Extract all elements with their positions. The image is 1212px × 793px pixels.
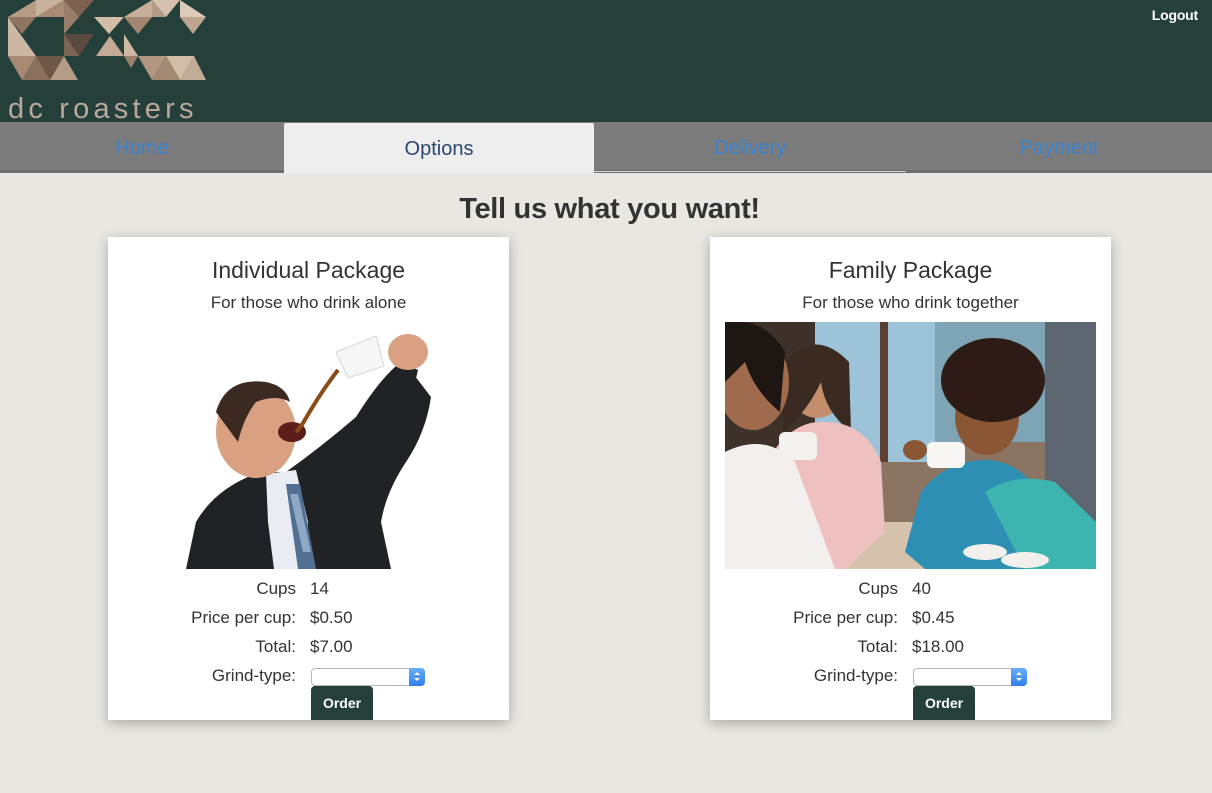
package-title: Individual Package	[211, 257, 406, 283]
logo-mark-icon	[8, 0, 206, 80]
man-drinking-coffee-image	[186, 322, 438, 569]
tab-payment[interactable]: Payment	[906, 122, 1212, 173]
total-label: Total:	[255, 637, 296, 656]
price-per-cup-label: Price per cup:	[793, 608, 898, 627]
package-title: Family Package	[828, 257, 993, 283]
logout-link[interactable]: Logout	[1152, 7, 1198, 23]
tab-underline	[0, 170, 284, 173]
cups-value: 40	[912, 579, 931, 598]
select-arrows-icon	[409, 668, 425, 686]
grind-type-label: Grind-type:	[813, 666, 898, 685]
family-package-card: Family Package For those who drink toget…	[710, 237, 1111, 720]
grind-type-select[interactable]	[311, 668, 425, 686]
order-button[interactable]: Order	[913, 686, 975, 720]
price-per-cup-value: $0.45	[912, 608, 955, 627]
brand-name: dc roasters	[8, 93, 198, 125]
total-value: $18.00	[912, 637, 964, 656]
tab-home[interactable]: Home	[0, 122, 284, 173]
cups-label: Cups	[256, 579, 296, 598]
total-label: Total:	[857, 637, 898, 656]
cups-label: Cups	[858, 579, 898, 598]
package-subtitle: For those who drink alone	[210, 293, 407, 312]
friends-drinking-coffee-image	[725, 322, 1096, 569]
cups-value: 14	[310, 579, 329, 598]
price-per-cup-value: $0.50	[310, 608, 353, 627]
total-value: $7.00	[310, 637, 353, 656]
page-title: Tell us what you want!	[459, 193, 760, 225]
package-subtitle: For those who drink together	[802, 293, 1019, 312]
nav-tabs: Home Options Delivery Payment	[0, 122, 1212, 173]
tab-options[interactable]: Options	[284, 123, 594, 173]
price-per-cup-label: Price per cup:	[191, 608, 296, 627]
order-button[interactable]: Order	[311, 686, 373, 720]
individual-package-card: Individual Package For those who drink a…	[108, 237, 509, 720]
header-bar: dc roasters Logout	[0, 0, 1212, 125]
tab-divider	[594, 171, 906, 172]
tab-delivery[interactable]: Delivery	[594, 122, 906, 173]
grind-type-label: Grind-type:	[211, 666, 296, 685]
grind-type-select[interactable]	[913, 668, 1027, 686]
select-arrows-icon	[1011, 668, 1027, 686]
